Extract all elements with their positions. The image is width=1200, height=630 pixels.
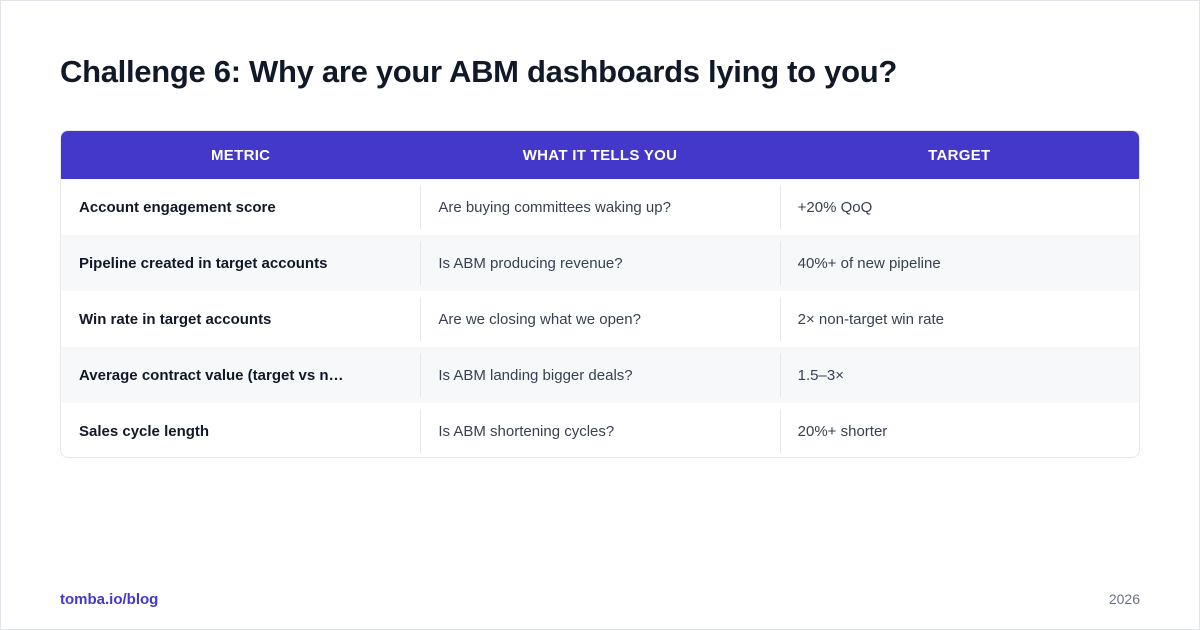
target-cell: 1.5–3× [779,347,1139,403]
target-cell: 20%+ shorter [779,403,1139,457]
target-cell: 2× non-target win rate [779,291,1139,347]
metric-cell: Account engagement score [79,198,276,216]
meaning-cell: Is ABM landing bigger deals? [420,347,779,403]
target-cell: +20% QoQ [779,179,1139,235]
column-header-what-it-tells-you: WHAT IT TELLS YOU [522,146,678,164]
meaning-cell: Are we closing what we open? [420,291,779,347]
table-row: Average contract value (target vs n… Is … [61,347,1139,403]
meaning-cell: Is ABM producing revenue? [420,235,779,291]
table-row: Sales cycle length Is ABM shortening cyc… [61,403,1139,457]
page-title: Challenge 6: Why are your ABM dashboards… [60,54,897,89]
column-header-metric: METRIC [211,146,271,164]
metric-cell: Win rate in target accounts [79,310,272,328]
meaning-cell: Are buying committees waking up? [420,179,779,235]
metric-cell: Pipeline created in target accounts [79,254,328,272]
table-row: Account engagement score Are buying comm… [61,179,1139,235]
target-cell: 40%+ of new pipeline [779,235,1139,291]
metric-cell: Average contract value (target vs n… [79,366,344,384]
metric-cell: Sales cycle length [79,422,210,440]
meaning-cell: Is ABM shortening cycles? [420,403,779,457]
metrics-table: METRIC WHAT IT TELLS YOU TARGET Account … [60,130,1140,458]
blog-link[interactable]: tomba.io/blog [60,591,158,608]
table-header: METRIC WHAT IT TELLS YOU TARGET [61,131,1139,179]
footer-year: 2026 [1108,591,1140,607]
column-header-target: TARGET [928,146,991,164]
table-row: Pipeline created in target accounts Is A… [61,235,1139,291]
table-row: Win rate in target accounts Are we closi… [61,291,1139,347]
